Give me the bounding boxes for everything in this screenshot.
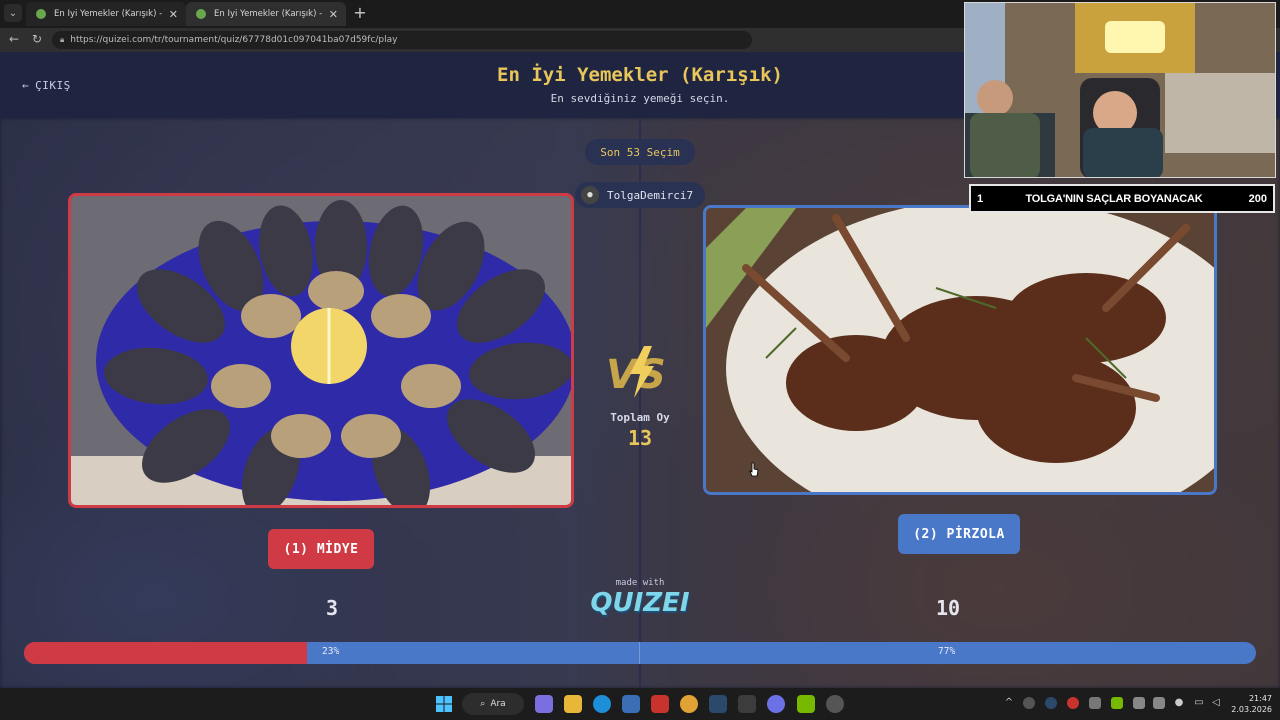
progress-midline — [639, 642, 640, 664]
choose-lamb-chops-button[interactable]: (2) PİRZOLA — [898, 514, 1020, 554]
lamb-chops-percent: 77% — [938, 646, 956, 657]
system-clock[interactable]: 21:47 2.03.2026 — [1226, 693, 1272, 715]
game-app-icon[interactable] — [651, 695, 669, 713]
quizei-logo[interactable]: QUIZEI — [580, 588, 700, 618]
tray-app-icon[interactable] — [1067, 697, 1079, 709]
stream-score-overlay: 1 TOLGA'NIN SAÇLAR BOYANACAK 200 — [969, 184, 1275, 213]
versus-icon: VS — [606, 346, 666, 398]
chrome-icon[interactable] — [680, 695, 698, 713]
tray-app-icon[interactable] — [1089, 697, 1101, 709]
search-icon: ⌕ — [480, 699, 486, 709]
webcam-overlay — [964, 2, 1276, 178]
username: TolgaDemirci7 — [607, 188, 694, 202]
reload-icon[interactable]: ↻ — [29, 32, 45, 46]
tab-title: En İyi Yemekler (Karışık) - Tier List — [214, 9, 325, 19]
tab-title: En İyi Yemekler (Karışık) - Tier List — [54, 9, 165, 19]
mussels-vote-count: 3 — [325, 596, 339, 620]
favicon-icon — [36, 9, 46, 19]
windows-taskbar: ⌕ Ara ^ ● ▭ ◁ 21:47 2.03.2026 — [0, 688, 1280, 720]
made-with-label: made with — [615, 578, 665, 588]
tab-list-menu-icon[interactable]: ⌄ — [4, 4, 22, 22]
url-field[interactable]: 🔒︎ https://quizei.com/tr/tournament/quiz… — [52, 31, 752, 49]
close-tab-icon[interactable]: ✕ — [329, 8, 338, 21]
widgets-icon[interactable] — [535, 695, 553, 713]
windows-start-icon[interactable] — [435, 695, 453, 713]
avatar: ● — [581, 186, 599, 204]
tray-app-icon[interactable] — [1153, 697, 1165, 709]
vote-progress-bar: 23% 77% — [24, 642, 1256, 664]
app-icon[interactable] — [738, 695, 756, 713]
overlay-rank: 1 — [977, 192, 984, 205]
search-label: Ara — [490, 699, 506, 709]
volume-icon[interactable]: ◁ — [1210, 697, 1222, 709]
clock-time: 21:47 — [1248, 694, 1272, 703]
tab-1[interactable]: En İyi Yemekler (Karışık) - Tier List ✕ — [26, 2, 186, 26]
mouse-cursor-icon — [749, 462, 759, 477]
mussels-percent: 23% — [322, 646, 340, 657]
choose-mussels-button[interactable]: (1) MİDYE — [268, 529, 374, 569]
tray-nvidia-icon[interactable] — [1111, 697, 1123, 709]
obs-icon[interactable] — [826, 695, 844, 713]
tray-app-icon[interactable] — [1133, 697, 1145, 709]
clock-date: 2.03.2026 — [1231, 705, 1272, 714]
lamb-chops-vote-count: 10 — [935, 596, 961, 620]
total-votes-value: 13 — [627, 426, 653, 450]
lamb-chops-image — [706, 208, 1214, 492]
total-votes-label: Toplam Oy — [610, 411, 670, 424]
discord-icon[interactable] — [767, 695, 785, 713]
tray-chevron-icon[interactable]: ^ — [1003, 697, 1015, 709]
tray-app-icon[interactable] — [1023, 697, 1035, 709]
tab-2-active[interactable]: En İyi Yemekler (Karışık) - Tier List ✕ — [186, 2, 346, 26]
steam-icon[interactable] — [709, 695, 727, 713]
round-badge: Son 53 Seçim — [585, 139, 695, 165]
taskbar-search[interactable]: ⌕ Ara — [462, 693, 524, 715]
webcam-feed — [965, 3, 1275, 177]
nvidia-icon[interactable] — [797, 695, 815, 713]
overlay-points: 200 — [1248, 192, 1267, 205]
tray-steam-icon[interactable] — [1045, 697, 1057, 709]
back-icon[interactable]: ← — [6, 32, 22, 46]
favicon-icon — [196, 9, 206, 19]
microphone-icon[interactable]: ● — [1173, 697, 1185, 709]
overlay-message: TOLGA'NIN SAÇLAR BOYANACAK — [1025, 192, 1203, 205]
store-icon[interactable] — [622, 695, 640, 713]
url-text: https://quizei.com/tr/tournament/quiz/67… — [70, 35, 398, 45]
option-card-mussels[interactable] — [68, 193, 574, 508]
new-tab-icon[interactable]: + — [350, 3, 370, 22]
file-explorer-icon[interactable] — [564, 695, 582, 713]
lock-icon: 🔒︎ — [60, 35, 65, 44]
user-badge: ● TolgaDemirci7 — [575, 182, 705, 208]
edge-browser-icon[interactable] — [593, 695, 611, 713]
option-card-lamb-chops[interactable] — [703, 205, 1217, 495]
mussels-vote-fill — [24, 642, 308, 664]
mussels-image — [71, 196, 571, 505]
close-tab-icon[interactable]: ✕ — [169, 8, 178, 21]
network-icon[interactable]: ▭ — [1193, 697, 1205, 709]
